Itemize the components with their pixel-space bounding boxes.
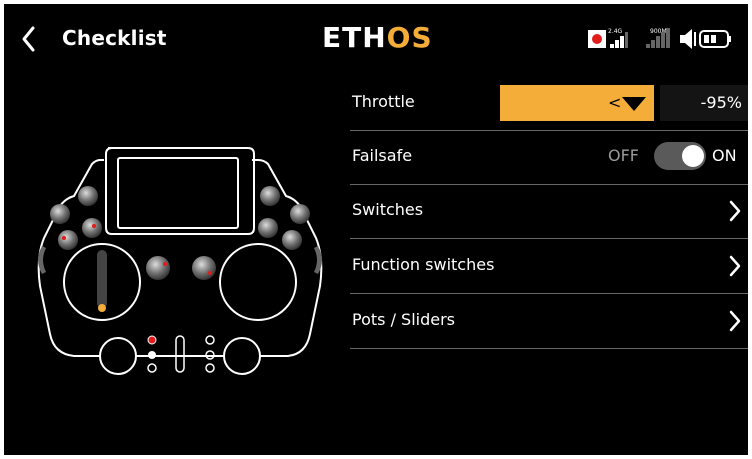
failsafe-off-label: OFF xyxy=(608,146,639,165)
chevron-right-icon xyxy=(729,310,741,332)
row-switches[interactable]: Switches xyxy=(350,184,748,239)
throttle-label: Throttle xyxy=(352,92,415,111)
chevron-right-icon xyxy=(729,255,741,277)
chevron-left-icon xyxy=(22,26,35,52)
throttle-value[interactable]: -95% xyxy=(660,85,748,121)
throttle-select[interactable]: < xyxy=(500,85,654,121)
status-bar: 2.4G 900M xyxy=(588,28,731,49)
throttle-value-text: -95% xyxy=(700,93,742,112)
switches-right xyxy=(258,186,310,250)
radio-diagram xyxy=(37,147,323,375)
knob-pot-2 xyxy=(192,256,216,280)
dropdown-arrow-icon xyxy=(622,97,646,111)
battery-icon xyxy=(699,30,731,48)
toggle-knob xyxy=(682,145,704,167)
record-icon xyxy=(588,30,606,48)
logo-right: OS xyxy=(386,21,433,54)
knob-pot-1 xyxy=(146,256,170,280)
row-throttle: Throttle < -95% xyxy=(350,76,748,131)
ethos-logo: ETHOS xyxy=(322,24,433,52)
row-function-switches[interactable]: Function switches xyxy=(350,239,748,294)
row-pots-sliders[interactable]: Pots / Sliders xyxy=(350,294,748,349)
pots-sliders-label: Pots / Sliders xyxy=(352,310,455,329)
switches-label: Switches xyxy=(352,200,424,219)
row-failsafe: Failsafe OFF ON xyxy=(350,130,748,185)
failsafe-toggle[interactable] xyxy=(654,142,706,170)
logo-left: ETH xyxy=(322,21,387,54)
top-bar: Checklist ETHOS 2.4G 900M xyxy=(4,4,748,68)
screen: Checklist ETHOS 2.4G 900M Throttle < -95… xyxy=(4,4,748,455)
radio-body xyxy=(37,147,323,357)
gimbal-right xyxy=(219,243,297,321)
gimbal-left xyxy=(63,243,141,321)
band-24-label: 2.4G xyxy=(608,28,623,35)
throttle-select-prefix: < xyxy=(608,93,622,112)
failsafe-label: Failsafe xyxy=(352,146,413,165)
back-button[interactable] xyxy=(14,24,44,54)
failsafe-on-label: ON xyxy=(712,146,737,165)
switches-left xyxy=(50,186,102,250)
chevron-right-icon xyxy=(729,200,741,222)
function-switches-label: Function switches xyxy=(352,255,495,274)
page-title: Checklist xyxy=(62,26,167,50)
volume-icon xyxy=(680,29,696,49)
